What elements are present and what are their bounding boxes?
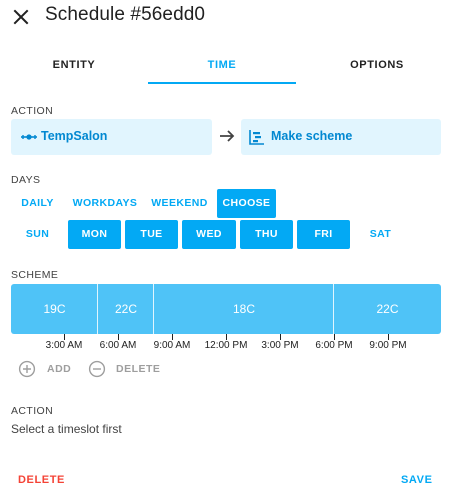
time-tick-label: 9:00 PM — [369, 340, 407, 351]
day-mode-daily[interactable]: DAILY — [11, 189, 64, 218]
tab-bar: ENTITY TIME OPTIONS — [0, 52, 458, 84]
timeslot-divider[interactable] — [333, 284, 334, 334]
day-mode-workdays[interactable]: WORKDAYS — [68, 189, 142, 218]
close-icon — [13, 9, 29, 25]
timeslot[interactable]: 22C — [98, 284, 154, 334]
day-mode-choose[interactable]: CHOOSE — [217, 189, 276, 218]
minus-circle-icon — [88, 360, 106, 378]
slot-action-section-label: ACTION — [11, 405, 54, 417]
plus-circle-icon — [18, 360, 36, 378]
timeslot[interactable]: 22C — [334, 284, 441, 334]
add-timeslot-button[interactable]: ADD — [18, 360, 78, 380]
tab-time[interactable]: TIME — [148, 52, 296, 84]
action-service-label: Make scheme — [271, 129, 353, 143]
timeslot[interactable]: 18C — [154, 284, 334, 334]
scheme-section-label: SCHEME — [11, 269, 59, 281]
weekday-sun[interactable]: SUN — [11, 220, 64, 249]
action-section-label: ACTION — [11, 105, 54, 117]
weekday-sat[interactable]: SAT — [354, 220, 407, 249]
tab-options[interactable]: OPTIONS — [296, 52, 458, 84]
weekday-mon[interactable]: MON — [68, 220, 121, 249]
delete-button[interactable]: DELETE — [18, 474, 65, 486]
weekday-fri[interactable]: FRI — [297, 220, 350, 249]
time-tick-label: 12:00 PM — [204, 340, 248, 351]
action-entity-label: TempSalon — [41, 129, 108, 143]
day-mode-weekend[interactable]: WEEKEND — [146, 189, 213, 218]
delete-timeslot-label: DELETE — [116, 363, 161, 375]
time-tick-label: 6:00 PM — [315, 340, 353, 351]
timeslot-divider[interactable] — [97, 284, 98, 334]
time-tick-label: 3:00 AM — [45, 340, 83, 351]
add-timeslot-label: ADD — [47, 363, 72, 375]
scheme-timeline: 19C 22C 18C 22C — [11, 284, 441, 334]
delete-timeslot-button[interactable]: DELETE — [88, 360, 164, 380]
weekday-thu[interactable]: THU — [240, 220, 293, 249]
action-service-button[interactable]: Make scheme — [241, 119, 441, 155]
close-button[interactable] — [10, 6, 32, 28]
dialog-header: Schedule #56edd0 — [0, 0, 458, 34]
arrow-right-icon — [220, 130, 235, 142]
chart-timeline-icon — [249, 130, 264, 145]
radiator-icon — [21, 134, 37, 140]
save-button[interactable]: SAVE — [401, 474, 433, 486]
timeslot[interactable]: 19C — [11, 284, 98, 334]
timeslot-divider[interactable] — [153, 284, 154, 334]
tab-entity[interactable]: ENTITY — [0, 52, 148, 84]
weekday-wed[interactable]: WED — [182, 220, 236, 249]
time-tick-label: 6:00 AM — [99, 340, 137, 351]
time-tick-label: 9:00 AM — [153, 340, 191, 351]
slot-action-hint: Select a timeslot first — [11, 422, 122, 436]
weekday-tue[interactable]: TUE — [125, 220, 178, 249]
dialog-title: Schedule #56edd0 — [45, 4, 206, 25]
time-tick-label: 3:00 PM — [261, 340, 299, 351]
action-entity-button[interactable]: TempSalon — [11, 119, 212, 155]
days-section-label: DAYS — [11, 174, 41, 186]
